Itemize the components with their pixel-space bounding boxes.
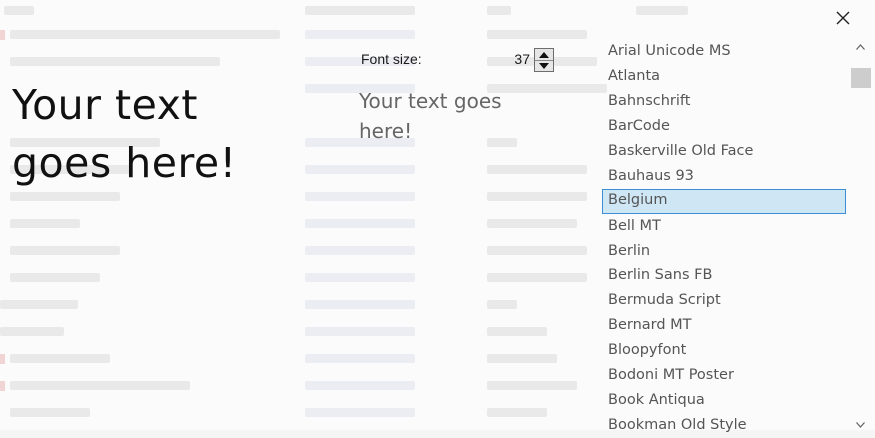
font-list-item[interactable]: BarCode: [602, 115, 846, 138]
font-list-item[interactable]: Berlin Sans FB: [602, 264, 846, 287]
font-list-item[interactable]: Bernard MT: [602, 314, 846, 337]
font-preview-large: Your text goes here!: [12, 81, 237, 187]
font-list-item[interactable]: Bodoni MT Poster: [602, 364, 846, 387]
font-list-item[interactable]: Bauhaus 93: [602, 165, 846, 188]
close-icon: [836, 11, 850, 25]
font-list-item[interactable]: Berlin: [602, 240, 846, 263]
font-list-item[interactable]: Baskerville Old Face: [602, 140, 846, 163]
scroll-up-button[interactable]: [850, 40, 871, 54]
font-list-item[interactable]: Bloopyfont: [602, 339, 846, 362]
caret-down-icon: [539, 62, 549, 69]
background-row: [0, 0, 875, 20]
font-size-label: Font size:: [361, 51, 422, 67]
font-list[interactable]: Arial Unicode MS Atlanta Bahnschrift Bar…: [602, 40, 850, 438]
font-list-item[interactable]: Bell MT: [602, 215, 846, 238]
scroll-thumb[interactable]: [851, 68, 871, 88]
font-list-item-selected[interactable]: Belgium: [602, 189, 846, 214]
scroll-down-button[interactable]: [850, 418, 871, 432]
chevron-down-icon: [856, 422, 865, 428]
font-list-item[interactable]: Book Antiqua: [602, 389, 846, 412]
font-list-item[interactable]: Bermuda Script: [602, 289, 846, 312]
close-button[interactable]: [832, 7, 854, 29]
font-list-item[interactable]: Bahnschrift: [602, 90, 846, 113]
chevron-up-icon: [856, 44, 865, 50]
font-size-stepper[interactable]: [534, 48, 554, 72]
font-list-item[interactable]: Atlanta: [602, 65, 846, 88]
caret-up-icon: [539, 51, 549, 58]
font-list-item[interactable]: Bookman Old Style: [602, 414, 846, 437]
font-list-scrollbar[interactable]: [850, 40, 871, 438]
decrease-size-button[interactable]: [535, 60, 553, 71]
font-preview-small: Your text goes here!: [359, 89, 502, 143]
font-size-value[interactable]: 37: [480, 51, 530, 67]
font-list-item[interactable]: Arial Unicode MS: [602, 40, 846, 63]
